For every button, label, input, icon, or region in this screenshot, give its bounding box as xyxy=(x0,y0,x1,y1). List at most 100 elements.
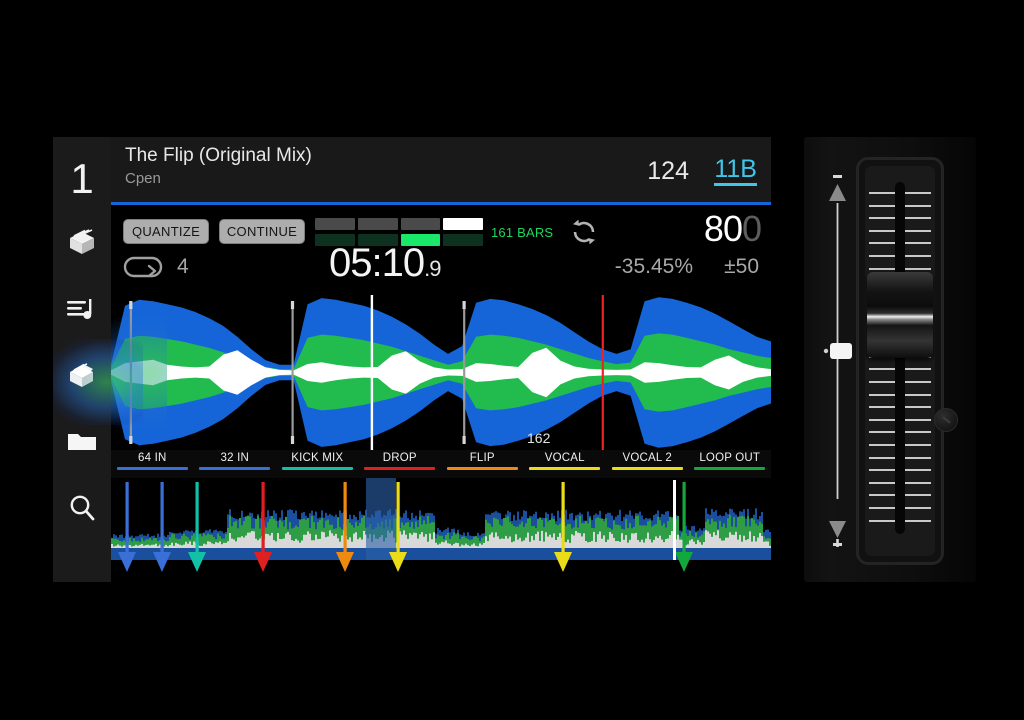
overview-bar xyxy=(145,545,147,548)
overview-bar xyxy=(353,534,355,548)
overview-bar xyxy=(281,539,283,548)
playlist-icon xyxy=(65,296,99,324)
overview-bar xyxy=(705,530,707,548)
overview-bar xyxy=(305,535,307,548)
beat-marker xyxy=(130,301,132,444)
sidebar-item-crates[interactable] xyxy=(53,211,111,277)
sidebar-item-search[interactable] xyxy=(53,475,111,541)
overview-bar xyxy=(121,547,123,548)
beat-phase-cell xyxy=(401,218,441,230)
time-fraction: .9 xyxy=(424,256,440,281)
overview-bar xyxy=(419,534,421,548)
overview-cue-line[interactable] xyxy=(562,482,565,560)
loop-icon[interactable] xyxy=(123,255,167,279)
overview-bar xyxy=(423,537,425,548)
cue-point-label: VOCAL xyxy=(545,452,585,464)
cue-point-1[interactable]: 64 IN xyxy=(111,450,194,478)
cue-point-4[interactable]: DROP xyxy=(359,450,442,478)
overview-bar xyxy=(129,545,131,548)
overview-cue-line[interactable] xyxy=(344,482,347,560)
overview-cue-flag[interactable] xyxy=(153,552,171,572)
overview-bar xyxy=(481,545,483,548)
quantize-button[interactable]: QUANTIZE xyxy=(123,219,209,244)
cue-point-3[interactable]: KICK MIX xyxy=(276,450,359,478)
cue-point-color-bar xyxy=(529,467,600,470)
overview-cue-line[interactable] xyxy=(161,482,164,560)
sidebar-item-folder[interactable] xyxy=(53,409,111,475)
overview-bar xyxy=(139,545,141,548)
overview-cue-line[interactable] xyxy=(262,482,265,560)
overview-cue-flag[interactable] xyxy=(336,552,354,572)
overview-bar xyxy=(547,537,549,548)
overview-cue-flag[interactable] xyxy=(389,552,407,572)
overview-bar xyxy=(431,539,433,548)
overview-bar xyxy=(609,532,611,548)
reloop-icon[interactable] xyxy=(569,217,599,247)
overview-cue-flag[interactable] xyxy=(554,552,572,572)
overview-cue-flag[interactable] xyxy=(188,552,206,572)
cue-point-2[interactable]: 32 IN xyxy=(194,450,277,478)
overview-bar xyxy=(319,539,321,548)
overview-bar xyxy=(247,533,249,548)
track-key[interactable]: 11B xyxy=(714,157,757,186)
time-display[interactable]: 05:10.9 xyxy=(329,243,440,283)
overview-bar xyxy=(487,541,489,548)
cue-point-5[interactable]: FLIP xyxy=(441,450,524,478)
overview-bar xyxy=(349,537,351,548)
overview-bar xyxy=(605,542,607,548)
overview-cue-flag[interactable] xyxy=(118,552,136,572)
overview-bar xyxy=(211,543,213,548)
overview-bar xyxy=(769,546,771,548)
cue-point-label: 32 IN xyxy=(221,452,250,464)
overview-bar xyxy=(237,537,239,548)
overview-bar xyxy=(517,540,519,548)
overview-bar xyxy=(639,542,641,548)
beat-phase-cell xyxy=(315,218,355,230)
pitch-scale xyxy=(822,175,852,547)
overview-cue-line[interactable] xyxy=(683,482,686,560)
sidebar-item-playlist[interactable] xyxy=(53,277,111,343)
overview-bar xyxy=(635,533,637,548)
loop-length[interactable]: 4 xyxy=(177,255,189,279)
overview-cue-line[interactable] xyxy=(196,482,199,560)
overview-bar xyxy=(707,531,709,548)
overview-bar xyxy=(579,533,581,548)
main-waveform[interactable]: 162 xyxy=(111,295,771,450)
search-icon xyxy=(66,492,98,524)
overview-cue-flag[interactable] xyxy=(254,552,272,572)
overview-bar xyxy=(291,540,293,548)
overview-bar xyxy=(229,533,231,548)
overview-bar xyxy=(643,543,645,549)
cue-point-8[interactable]: LOOP OUT xyxy=(689,450,772,478)
cue-point-7[interactable]: VOCAL 2 xyxy=(606,450,689,478)
overview-bar xyxy=(157,546,159,548)
overview-bar xyxy=(181,545,183,548)
overview-bar xyxy=(271,533,273,548)
overview-cue-line[interactable] xyxy=(397,482,400,560)
pitch-fader-slot[interactable] xyxy=(856,157,944,565)
app-root: 1 xyxy=(0,0,1024,720)
cue-point-label: FLIP xyxy=(470,452,495,464)
overview-cue-line[interactable] xyxy=(126,482,129,560)
overview-bar xyxy=(445,541,447,549)
overview-view-window[interactable] xyxy=(366,478,396,560)
overview-bar xyxy=(619,542,621,548)
overview-bar xyxy=(413,533,415,548)
continue-button[interactable]: CONTINUE xyxy=(219,219,305,244)
overview-waveform[interactable] xyxy=(111,478,771,582)
overview-bar xyxy=(403,530,405,548)
pitch-minus-mark xyxy=(833,175,842,178)
sidebar-item-open-crate[interactable] xyxy=(53,343,111,409)
overview-bar xyxy=(283,539,285,549)
overview-bar xyxy=(185,542,187,548)
overview-bar xyxy=(703,542,705,548)
overview-bar xyxy=(637,540,639,548)
overview-bar xyxy=(153,545,155,548)
cue-point-color-bar xyxy=(447,467,518,470)
overview-bar xyxy=(357,539,359,548)
cue-point-6[interactable]: VOCAL xyxy=(524,450,607,478)
overview-bar xyxy=(189,541,191,548)
overview-bar xyxy=(505,536,507,548)
pitch-fader-knob[interactable] xyxy=(867,272,933,358)
overview-cue-flag[interactable] xyxy=(675,552,693,572)
